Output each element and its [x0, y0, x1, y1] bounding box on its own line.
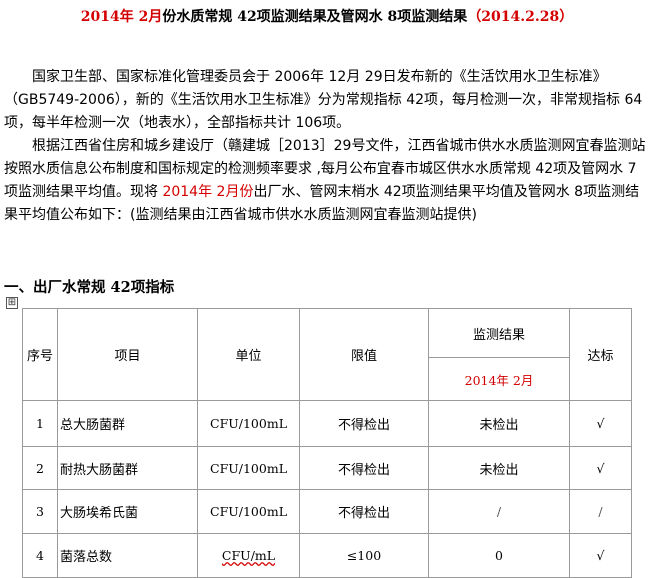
title-main: 份水质常规 42项监测结果及管网水 8项监测结果 [162, 9, 468, 25]
section-title: 一、出厂水常规 42项指标 [4, 279, 175, 296]
intro-paragraph-2: 根据江西省住房和城乡建设厅（赣建城［2013］29号文件，江西省城市供水水质监测… [4, 135, 650, 227]
results-table: 序号 项目 单位 限值 监测结果 达标 2014年 2月 1 总大肠菌群 CFU… [22, 308, 632, 578]
table-header-row: 序号 项目 单位 限值 监测结果 达标 [22, 308, 632, 401]
table-move-handle-icon[interactable]: ⊞ [6, 297, 18, 309]
table-row: 2 耐热大肠菌群 CFU/100mL 不得检出 未检出 √ [22, 446, 632, 490]
row-limit: 不得检出 [299, 446, 429, 490]
table-row: 1 总大肠菌群 CFU/100mL 不得检出 未检出 √ [22, 400, 632, 447]
title-date: （2014.2.28） [467, 9, 574, 25]
intro-paragraph-1: 国家卫生部、国家标准化管理委员会于 2006年 12月 29日发布新的《生活饮用… [4, 69, 643, 131]
header-result: 监测结果 [428, 308, 570, 358]
row-index: 3 [22, 489, 58, 534]
header-period: 2014年 2月 [428, 357, 570, 401]
row-result: 未检出 [428, 446, 570, 490]
row-index: 2 [22, 446, 58, 490]
header-limit: 限值 [299, 308, 429, 401]
row-result: 未检出 [428, 400, 570, 447]
row-unit: CFU/100mL [197, 446, 300, 490]
row-unit: CFU/100mL [197, 400, 300, 447]
page-title: 2014年 2月份水质常规 42项监测结果及管网水 8项监测结果（2014.2.… [0, 6, 654, 26]
header-pass: 达标 [569, 308, 632, 401]
row-pass: √ [569, 533, 632, 578]
row-limit: 不得检出 [299, 489, 429, 534]
header-index: 序号 [22, 308, 58, 401]
row-result: / [428, 489, 570, 534]
intro-p2-month: 2014年 2月份 [162, 184, 254, 200]
header-item: 项目 [57, 308, 198, 401]
row-index: 4 [22, 533, 58, 578]
row-index: 1 [22, 400, 58, 447]
row-limit: 不得检出 [299, 400, 429, 447]
intro-section: 国家卫生部、国家标准化管理委员会于 2006年 12月 29日发布新的《生活饮用… [4, 66, 650, 227]
row-item: 大肠埃希氏菌 [57, 489, 198, 534]
row-unit: CFU/mL [197, 533, 300, 578]
title-month: 2014年 2月 [80, 9, 163, 25]
row-item: 总大肠菌群 [57, 400, 198, 447]
row-pass: / [569, 489, 632, 534]
row-pass: √ [569, 446, 632, 490]
row-pass: √ [569, 400, 632, 447]
table-row: 4 菌落总数 CFU/mL ≤100 0 √ [22, 533, 632, 578]
row-unit: CFU/100mL [197, 489, 300, 534]
table-row: 3 大肠埃希氏菌 CFU/100mL 不得检出 / / [22, 489, 632, 534]
row-item: 菌落总数 [57, 533, 198, 578]
header-unit: 单位 [197, 308, 300, 401]
row-result: 0 [428, 533, 570, 578]
row-item: 耐热大肠菌群 [57, 446, 198, 490]
row-limit: ≤100 [299, 533, 429, 578]
